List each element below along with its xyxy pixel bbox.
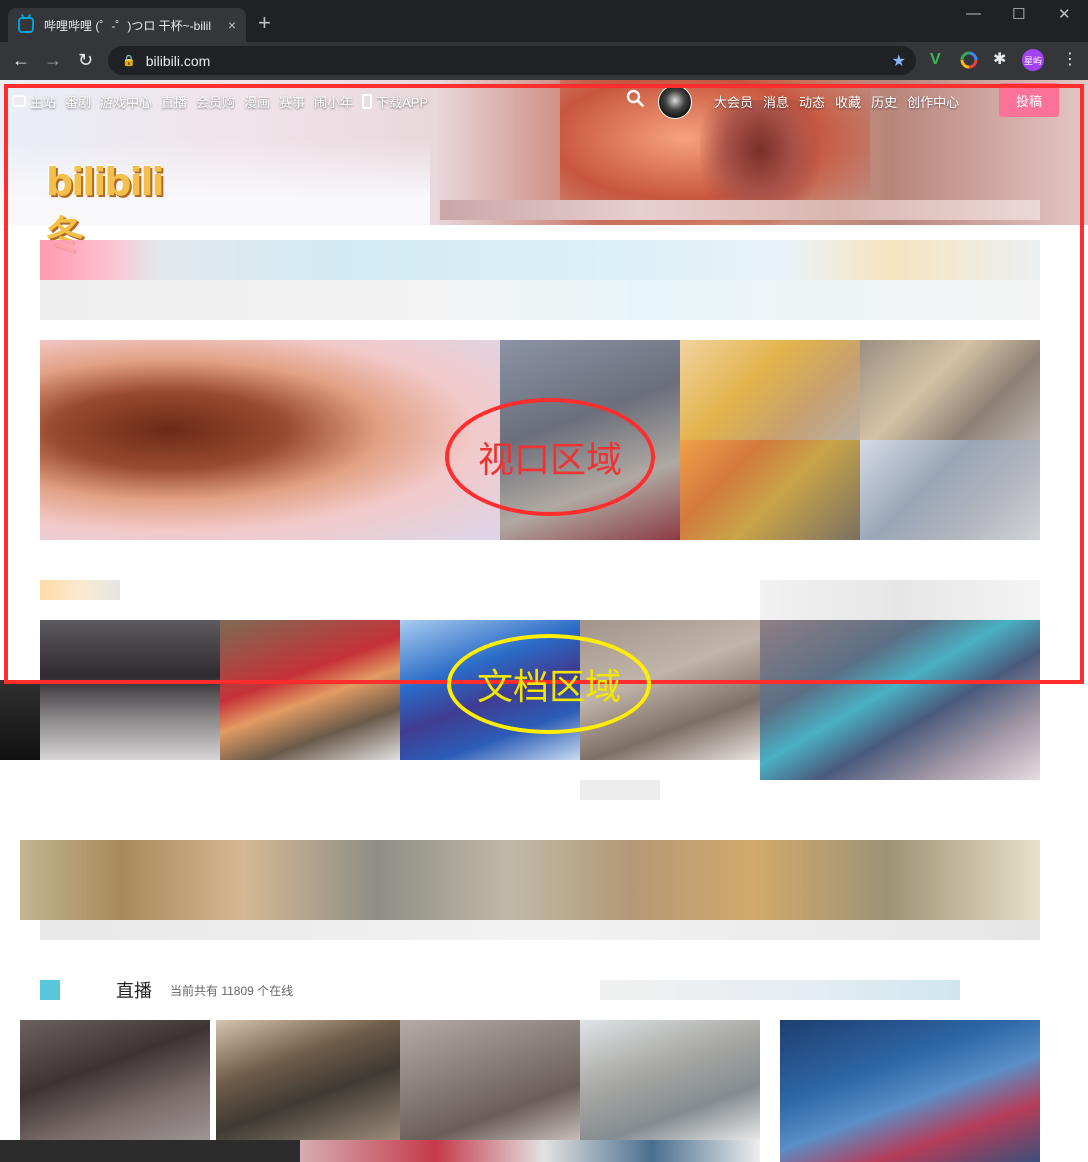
nav-item-anime[interactable]: 番剧 bbox=[65, 92, 91, 111]
live-card-mosaic-1[interactable] bbox=[20, 1020, 210, 1140]
document-annotation-label: 文档区域 bbox=[447, 634, 651, 734]
live-online-count: 当前共有 11809 个在线 bbox=[170, 983, 294, 998]
top-navbar: 主站 番剧 游戏中心 直播 会员购 漫画 赛事 闹小年 下载APP 大会员 消息… bbox=[0, 83, 1088, 119]
nav-item-history[interactable]: 历史 bbox=[871, 92, 897, 111]
nav-item-favorites[interactable]: 收藏 bbox=[835, 92, 861, 111]
bilibili-favicon-icon bbox=[18, 17, 34, 33]
user-avatar[interactable] bbox=[658, 85, 692, 119]
tv-icon bbox=[12, 95, 26, 107]
nav-item-esports[interactable]: 赛事 bbox=[279, 92, 305, 111]
tab-title: 哔哩哔哩 (゜-゜)つロ 干杯~-bilil bbox=[44, 18, 211, 33]
channel-row-mosaic-2 bbox=[40, 280, 1040, 320]
nav-item-vip[interactable]: 大会员 bbox=[714, 92, 753, 111]
nav-item-messages[interactable]: 消息 bbox=[763, 92, 789, 111]
browser-toolbar: ← → ↻ 🔒 bilibili.com ★ V ✱ 星屿 ⋮ bbox=[0, 42, 1088, 80]
carousel-banner-mosaic[interactable] bbox=[40, 340, 500, 540]
close-window-button[interactable]: ✕ bbox=[1058, 5, 1071, 23]
video-card-mosaic-2[interactable] bbox=[680, 340, 860, 440]
browser-titlebar: 哔哩哔哩 (゜-゜)つロ 干杯~-bilil × + — ☐ ✕ bbox=[0, 0, 1088, 42]
video-card-mosaic-3[interactable] bbox=[860, 340, 1040, 440]
color-picker-icon[interactable] bbox=[960, 51, 978, 74]
live-card-mosaic-4[interactable] bbox=[580, 1020, 760, 1140]
bottom-dark-strip bbox=[0, 1140, 300, 1162]
bookmark-star-icon[interactable]: ★ bbox=[892, 51, 906, 71]
search-icon[interactable] bbox=[626, 89, 644, 112]
live-card-mosaic-3[interactable] bbox=[400, 1020, 580, 1140]
nav-item-new-year[interactable]: 闹小年 bbox=[314, 92, 353, 111]
back-button[interactable]: ← bbox=[12, 50, 30, 70]
url-text: bilibili.com bbox=[145, 52, 211, 69]
live-tabs-mosaic bbox=[600, 980, 960, 1000]
live-section-header: 直播 当前共有 11809 个在线 bbox=[40, 977, 294, 1003]
address-bar[interactable]: 🔒 bilibili.com ★ bbox=[108, 46, 916, 75]
web-page: bilibili冬 主站 番剧 游戏中心 直播 会员购 漫画 赛事 闹小年 下载… bbox=[0, 80, 1088, 1162]
lock-icon: 🔒 bbox=[122, 55, 136, 67]
nav-right-group: 大会员 消息 动态 收藏 历史 创作中心 bbox=[714, 88, 969, 114]
video-card-mosaic-7[interactable] bbox=[220, 620, 400, 760]
nav-item-download-app[interactable]: 下载APP bbox=[376, 92, 428, 111]
nav-item-creator-center[interactable]: 创作中心 bbox=[907, 92, 959, 111]
vue-devtools-icon[interactable]: V bbox=[930, 51, 941, 69]
forward-button[interactable]: → bbox=[44, 50, 62, 70]
phone-icon bbox=[362, 93, 373, 109]
maximize-button[interactable]: ☐ bbox=[1012, 5, 1025, 23]
nav-item-dynamics[interactable]: 动态 bbox=[799, 92, 825, 111]
nav-left-group: 主站 番剧 游戏中心 直播 会员购 漫画 赛事 闹小年 下载APP bbox=[12, 88, 437, 114]
live-icon bbox=[40, 980, 60, 1000]
live-card-mosaic-2[interactable] bbox=[216, 1020, 400, 1140]
banner-strip-mosaic[interactable] bbox=[20, 840, 1040, 920]
tab-close-icon[interactable]: × bbox=[228, 17, 236, 33]
mosaic-text-line bbox=[580, 780, 660, 800]
viewport-annotation-label: 视口区域 bbox=[445, 398, 655, 516]
reload-button[interactable]: ↻ bbox=[78, 50, 93, 70]
menu-kebab-icon[interactable]: ⋮ bbox=[1062, 51, 1078, 69]
channel-row-mosaic bbox=[40, 240, 1040, 280]
live-card-mosaic-5[interactable] bbox=[780, 1020, 1040, 1162]
video-card-mosaic-5[interactable] bbox=[860, 440, 1040, 540]
banner-strip-shadow bbox=[40, 920, 1040, 940]
live-section-title[interactable]: 直播 bbox=[116, 977, 152, 1003]
new-tab-button[interactable]: + bbox=[258, 12, 271, 34]
nav-item-main[interactable]: 主站 bbox=[30, 92, 56, 111]
nav-item-live[interactable]: 直播 bbox=[161, 92, 187, 111]
profile-avatar[interactable]: 星屿 bbox=[1022, 49, 1044, 71]
nav-item-shop[interactable]: 会员购 bbox=[196, 92, 235, 111]
video-card-mosaic-4[interactable] bbox=[680, 440, 860, 540]
nav-item-manga[interactable]: 漫画 bbox=[244, 92, 270, 111]
section-more-mosaic bbox=[760, 580, 1040, 620]
extensions-puzzle-icon[interactable]: ✱ bbox=[993, 51, 1006, 69]
side-mosaic bbox=[0, 680, 40, 760]
upload-button[interactable]: 投稿 bbox=[999, 83, 1059, 117]
section-icon-mosaic bbox=[40, 580, 120, 600]
browser-tab[interactable]: 哔哩哔哩 (゜-゜)つロ 干杯~-bilil × bbox=[8, 8, 246, 42]
mosaic-strip bbox=[440, 200, 1040, 220]
bilibili-logo[interactable]: bilibili冬 bbox=[46, 160, 196, 257]
nav-item-game-center[interactable]: 游戏中心 bbox=[100, 92, 152, 111]
video-card-mosaic-10[interactable] bbox=[760, 620, 1040, 780]
video-card-mosaic-6[interactable] bbox=[40, 620, 220, 760]
minimize-button[interactable]: — bbox=[966, 5, 981, 22]
